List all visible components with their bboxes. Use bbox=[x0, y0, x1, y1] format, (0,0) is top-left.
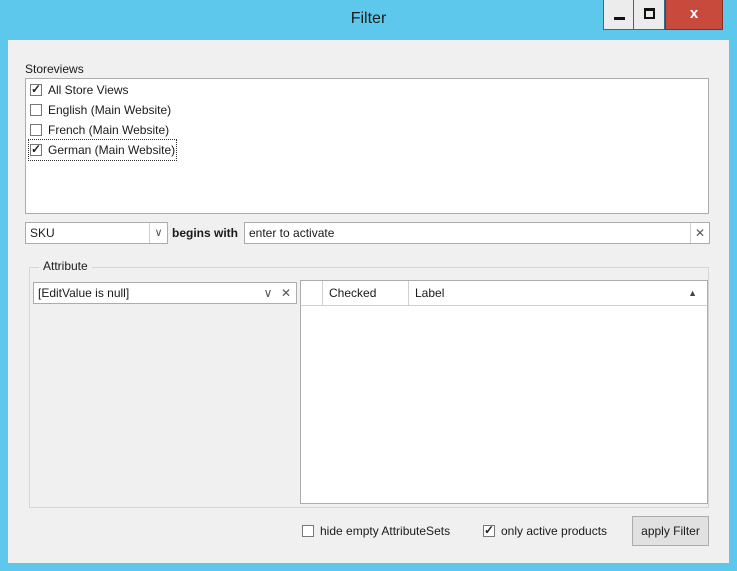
attribute-grid[interactable]: Checked Label ▲ bbox=[300, 280, 708, 504]
hide-empty-checkbox[interactable] bbox=[302, 525, 314, 537]
maximize-icon bbox=[644, 8, 655, 19]
storeview-item-english[interactable]: English (Main Website) bbox=[30, 101, 171, 119]
storeview-item-label: All Store Views bbox=[48, 83, 129, 97]
storeview-english-checkbox[interactable] bbox=[30, 104, 42, 116]
check-icon: ✓ bbox=[31, 142, 42, 156]
minimize-icon bbox=[614, 17, 625, 20]
storeview-all-checkbox[interactable]: ✓ bbox=[30, 82, 42, 96]
storeviews-label: Storeviews bbox=[25, 62, 84, 76]
sort-ascending-icon: ▲ bbox=[688, 288, 697, 298]
close-icon: x bbox=[689, 5, 699, 22]
dialog-body: Storeviews ✓ All Store Views English (Ma… bbox=[8, 40, 729, 563]
storeview-item-german[interactable]: ✓ German (Main Website) bbox=[27, 139, 178, 161]
chevron-down-icon[interactable]: ∨ bbox=[149, 223, 167, 243]
clear-icon[interactable]: ✕ bbox=[690, 223, 709, 243]
maximize-button[interactable] bbox=[634, 0, 665, 30]
chevron-down-icon[interactable]: ∨ bbox=[259, 283, 277, 303]
only-active-products-option[interactable]: ✓ only active products bbox=[483, 522, 607, 540]
check-icon: ✓ bbox=[31, 82, 42, 96]
operator-label: begins with bbox=[172, 226, 238, 240]
sku-value-input[interactable]: enter to activate ✕ bbox=[244, 222, 710, 244]
storeview-item-all[interactable]: ✓ All Store Views bbox=[30, 81, 128, 99]
hide-empty-label: hide empty AttributeSets bbox=[320, 524, 451, 538]
grid-indicator-column bbox=[301, 281, 323, 305]
close-button[interactable]: x bbox=[665, 0, 723, 30]
sku-field-value: SKU bbox=[30, 226, 55, 240]
storeviews-list[interactable]: ✓ All Store Views English (Main Website)… bbox=[25, 78, 709, 214]
storeview-item-label: French (Main Website) bbox=[48, 123, 170, 137]
sku-field-dropdown[interactable]: SKU ∨ bbox=[25, 222, 168, 244]
apply-filter-button[interactable]: apply Filter bbox=[632, 516, 709, 546]
only-active-label: only active products bbox=[501, 524, 608, 538]
storeview-item-label: English (Main Website) bbox=[48, 103, 172, 117]
storeview-item-french[interactable]: French (Main Website) bbox=[30, 121, 169, 139]
minimize-button[interactable] bbox=[603, 0, 634, 30]
attribute-selector[interactable]: [EditValue is null] ∨ ✕ bbox=[33, 282, 297, 304]
title-bar[interactable]: Filter x bbox=[0, 0, 737, 40]
grid-column-label-text: Label bbox=[415, 286, 445, 300]
grid-column-label[interactable]: Label ▲ bbox=[409, 281, 707, 305]
attribute-selector-value: [EditValue is null] bbox=[38, 286, 130, 300]
grid-column-checked[interactable]: Checked bbox=[323, 281, 409, 305]
sku-value-placeholder: enter to activate bbox=[249, 226, 335, 240]
only-active-checkbox[interactable]: ✓ bbox=[483, 523, 495, 537]
clear-icon[interactable]: ✕ bbox=[277, 283, 295, 303]
filter-window: Filter x Storeviews ✓ All Store Views En… bbox=[0, 0, 737, 571]
storeview-item-label: German (Main Website) bbox=[48, 143, 176, 157]
check-icon: ✓ bbox=[484, 523, 495, 537]
grid-header: Checked Label ▲ bbox=[301, 281, 707, 306]
hide-empty-attributesets-option[interactable]: hide empty AttributeSets bbox=[302, 522, 450, 540]
attribute-group-title: Attribute bbox=[39, 259, 92, 273]
storeview-french-checkbox[interactable] bbox=[30, 124, 42, 136]
storeview-german-checkbox[interactable]: ✓ bbox=[30, 142, 42, 156]
